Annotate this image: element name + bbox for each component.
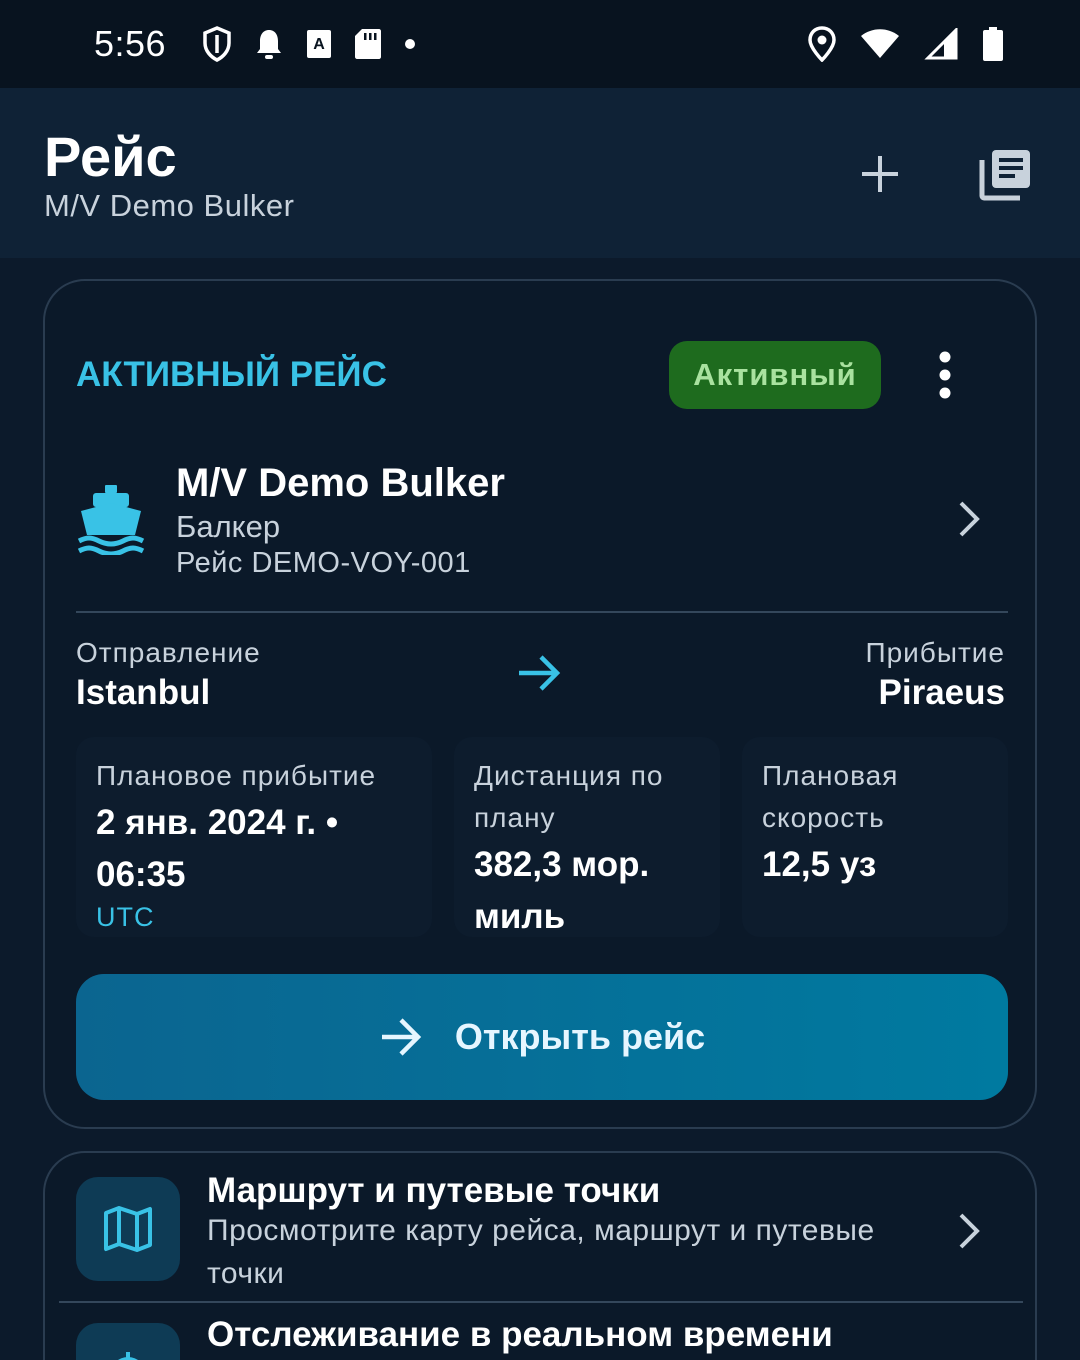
- plus-icon: [862, 156, 898, 192]
- stat-eta: Плановое прибытие 2 янв. 2024 г. • 06:35…: [76, 737, 432, 937]
- open-voyage-button[interactable]: Открыть рейс: [76, 974, 1008, 1100]
- chevron-right-icon: [959, 1213, 980, 1249]
- stat-label: Дистанция по плану: [474, 760, 664, 833]
- arrival-port: Piraeus: [878, 673, 1005, 712]
- status-time: 5:56: [94, 23, 167, 64]
- more-notifications-dot-icon: [405, 39, 416, 49]
- section-label: АКТИВНЫЙ РЕЙС: [76, 355, 387, 394]
- location-pin-icon: [808, 26, 836, 62]
- add-button[interactable]: [850, 144, 910, 204]
- stat-unit: UTC: [96, 902, 155, 932]
- keyboard-a-icon: A: [307, 30, 332, 58]
- battery-icon: [983, 27, 1003, 61]
- ship-type: Балкер: [176, 509, 281, 544]
- stat-speed: Плановая скорость 12,5 уз: [742, 737, 1008, 937]
- status-badge: Активный: [669, 341, 881, 409]
- departure-port: Istanbul: [76, 673, 211, 712]
- stat-label: Плановая скорость: [762, 760, 899, 833]
- voyage-sections-card: Маршрут и путевые точки Просмотрите карт…: [43, 1151, 1037, 1360]
- voyage-number: Рейс DEMO-VOY-001: [176, 547, 471, 579]
- ship-name: M/V Demo Bulker: [176, 461, 505, 505]
- tracking-icon: [118, 1352, 138, 1360]
- stat-distance: Дистанция по плану 382,3 мор. миль: [454, 737, 720, 937]
- active-voyage-card: АКТИВНЫЙ РЕЙС Активный M/V Demo Bulker Б…: [43, 279, 1037, 1129]
- map-icon: [104, 1206, 152, 1252]
- voyage-stats: Плановое прибытие 2 янв. 2024 г. • 06:35…: [76, 737, 1008, 937]
- notification-bell-icon: [257, 30, 282, 59]
- more-options-button[interactable]: [925, 345, 965, 405]
- stat-value: 12,5 уз: [762, 845, 877, 884]
- stat-value: 382,3 мор. миль: [474, 845, 650, 936]
- wifi-icon: [861, 29, 899, 58]
- shield-icon: [203, 26, 231, 62]
- page-subtitle: M/V Demo Bulker: [44, 188, 295, 223]
- ship-row[interactable]: M/V Demo Bulker Балкер Рейс DEMO-VOY-001: [45, 451, 1035, 591]
- more-vert-icon: [939, 351, 951, 399]
- ship-icon: [77, 485, 145, 555]
- list-item-description: Просмотрите карту рейса, маршрут и путев…: [207, 1214, 875, 1290]
- divider: [76, 611, 1008, 613]
- signal-icon: [924, 28, 958, 60]
- page-title: Рейс: [44, 125, 177, 188]
- tracking-icon-box: [76, 1323, 180, 1360]
- arrow-right-icon: [381, 1018, 422, 1056]
- arrival-label: Прибытие: [865, 637, 1005, 668]
- open-voyage-label: Открыть рейс: [454, 1016, 706, 1057]
- svg-text:A: A: [313, 36, 325, 53]
- status-bar: 5:56 A: [0, 0, 1080, 88]
- route-icon-box: [76, 1177, 180, 1281]
- departure-label: Отправление: [76, 637, 261, 668]
- stat-value: 2 янв. 2024 г. • 06:35: [96, 803, 339, 894]
- app-bar: Рейс M/V Demo Bulker: [0, 88, 1080, 258]
- stat-label: Плановое прибытие: [96, 760, 377, 791]
- list-item-title: Маршрут и путевые точки: [207, 1171, 661, 1210]
- chevron-right-icon: [959, 501, 980, 537]
- sd-card-icon: [355, 29, 382, 59]
- list-item-route[interactable]: Маршрут и путевые точки Просмотрите карт…: [45, 1153, 1035, 1301]
- library-books-icon: [979, 150, 1030, 201]
- logbook-button[interactable]: [974, 142, 1038, 206]
- list-item-title: Отслеживание в реальном времени: [207, 1315, 833, 1354]
- list-item-tracking[interactable]: Отслеживание в реальном времени: [45, 1303, 1035, 1360]
- arrow-right-icon: [519, 655, 561, 691]
